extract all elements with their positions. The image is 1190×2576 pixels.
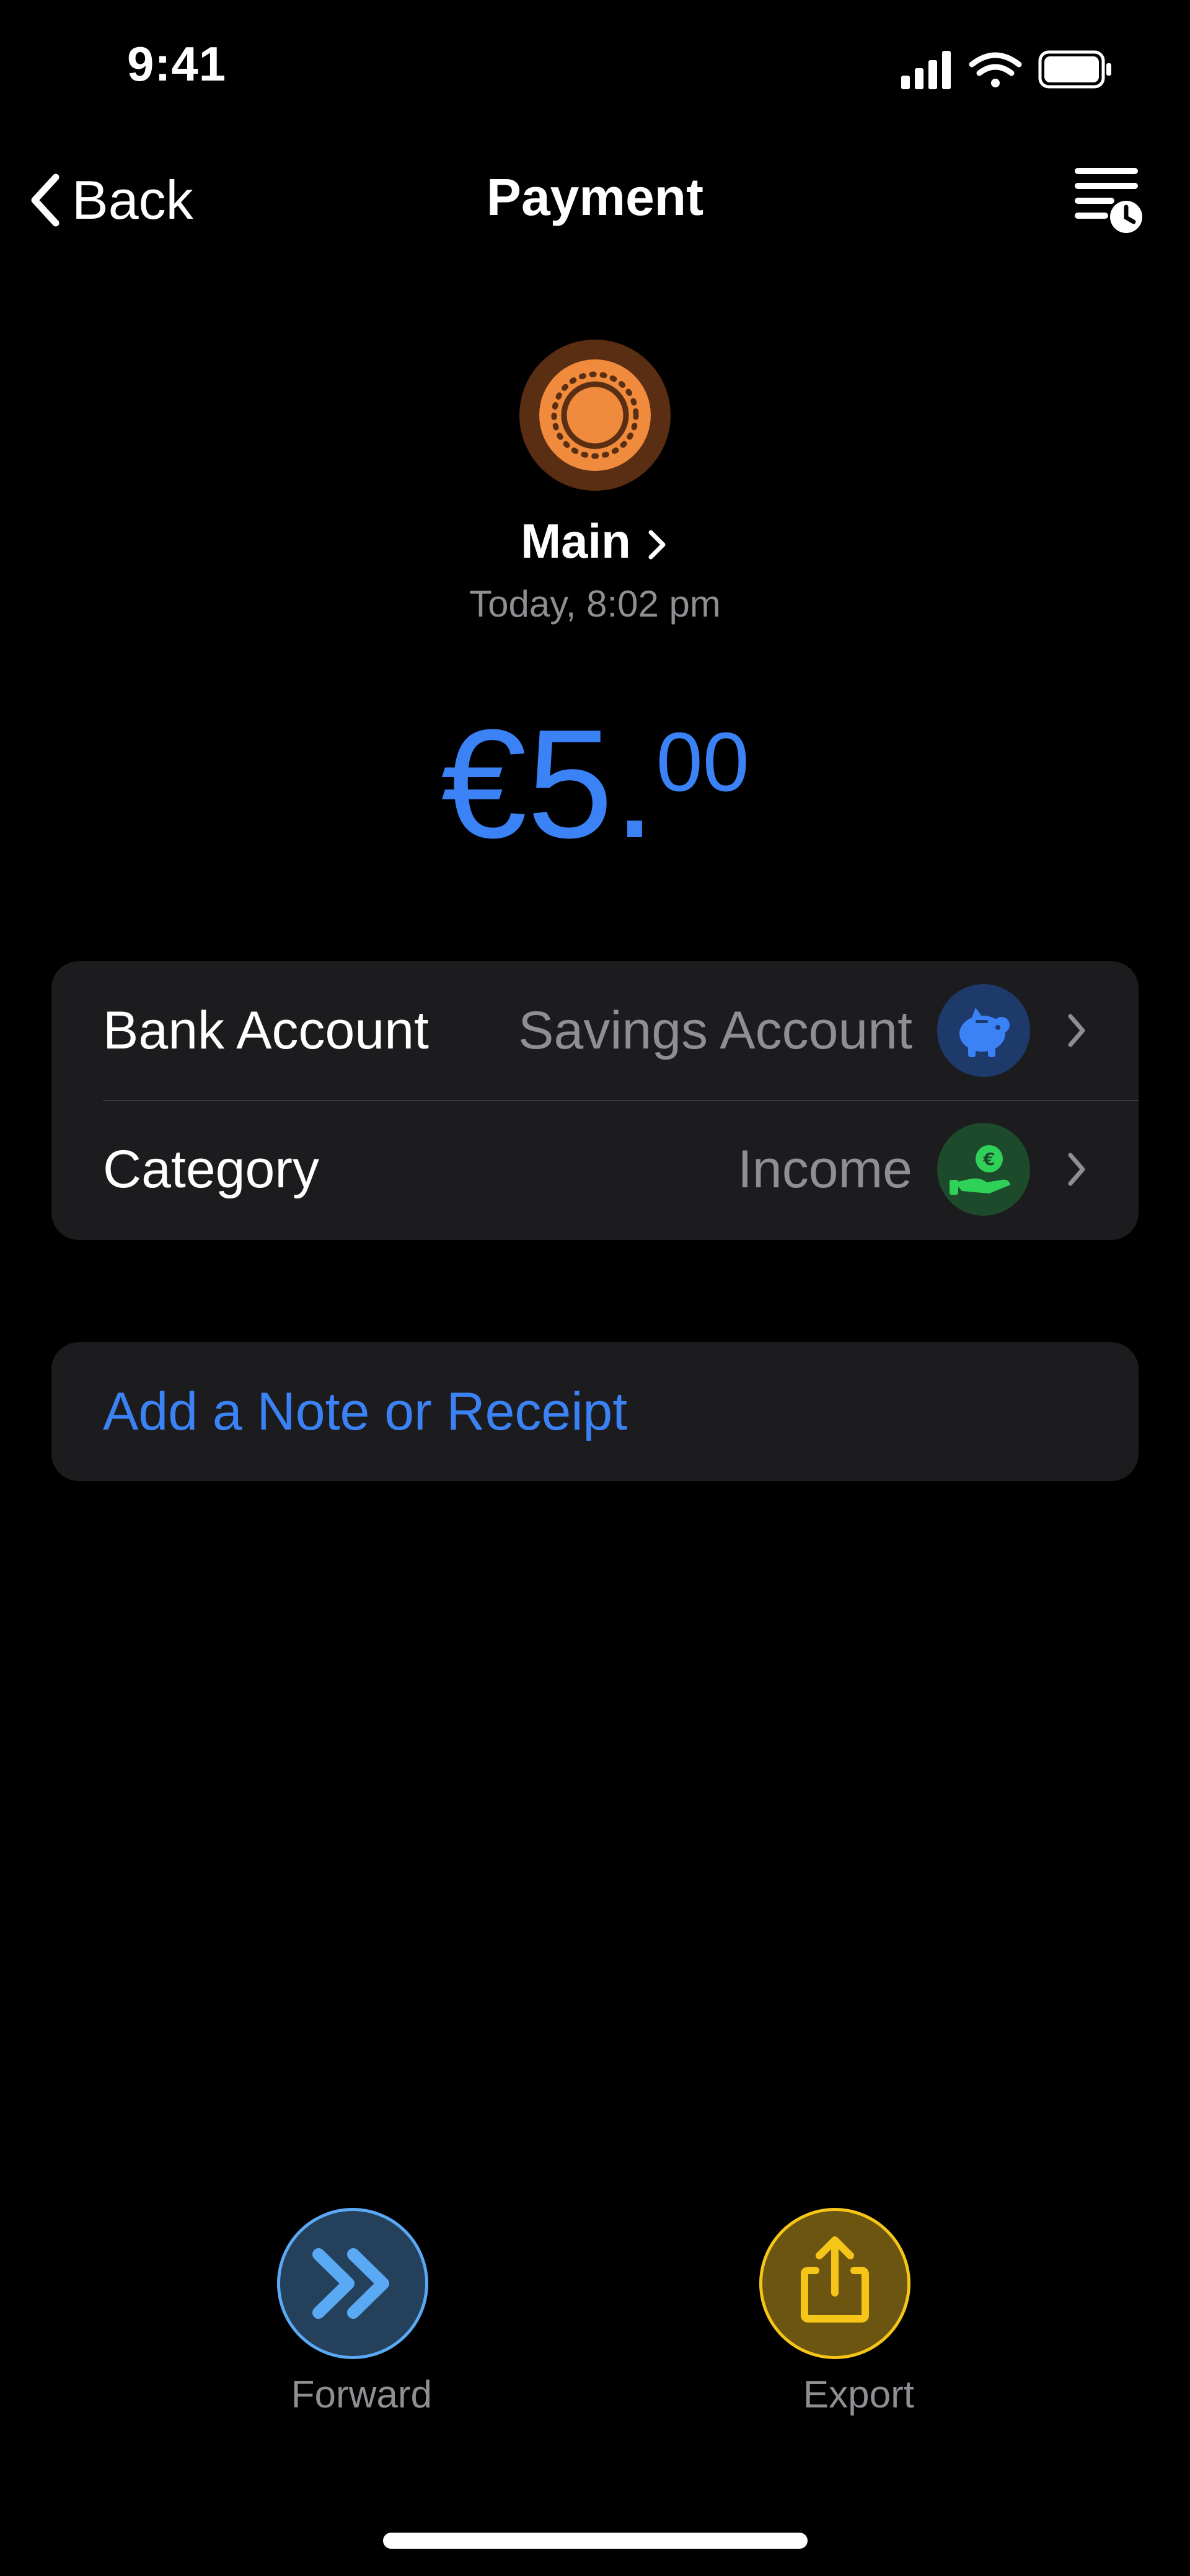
- status-time: 9:41: [127, 37, 227, 91]
- account-name-link[interactable]: Main: [0, 513, 1190, 569]
- category-row[interactable]: Category Income €: [51, 1100, 1139, 1239]
- export-label: Export: [803, 2373, 914, 2416]
- chevron-right-icon: [648, 530, 666, 560]
- cellular-signal-icon: [901, 51, 951, 89]
- category-label: Category: [103, 1139, 319, 1199]
- hand-euro-icon: €: [937, 1123, 1030, 1216]
- amount-cents: 00: [656, 715, 749, 809]
- status-icons: [901, 50, 1111, 89]
- chevron-right-icon: [1068, 1153, 1085, 1186]
- bank-account-label: Bank Account: [103, 1000, 429, 1060]
- forward-icon: [277, 2208, 428, 2359]
- bank-account-value: Savings Account: [518, 1000, 912, 1060]
- forward-label: Forward: [291, 2373, 432, 2416]
- account-name: Main: [521, 514, 631, 568]
- share-icon: [759, 2208, 910, 2359]
- amount-separator: .: [613, 697, 656, 870]
- amount-currency: €: [441, 697, 527, 870]
- piggy-bank-icon: [937, 984, 1030, 1077]
- svg-text:€: €: [982, 1149, 995, 1169]
- add-note-label: Add a Note or Receipt: [103, 1382, 628, 1441]
- category-value: Income: [737, 1139, 912, 1199]
- coin-icon: [539, 359, 651, 471]
- history-list-icon[interactable]: [1069, 160, 1144, 234]
- battery-icon: [1038, 50, 1111, 89]
- wifi-icon: [969, 52, 1022, 87]
- account-avatar: [519, 340, 671, 491]
- add-note-button[interactable]: Add a Note or Receipt: [51, 1342, 1139, 1481]
- details-group: Bank Account Savings Account Category In…: [51, 961, 1139, 1240]
- chevron-right-icon: [1068, 1014, 1085, 1047]
- bank-account-row[interactable]: Bank Account Savings Account: [51, 961, 1139, 1101]
- home-indicator[interactable]: [383, 2533, 808, 2549]
- transaction-date: Today, 8:02 pm: [469, 583, 721, 625]
- forward-button[interactable]: Forward: [277, 2208, 432, 2417]
- page-title: Payment: [486, 168, 704, 226]
- amount: €5.00: [0, 706, 1190, 861]
- amount-whole: 5: [527, 697, 614, 870]
- export-button[interactable]: Export: [759, 2208, 914, 2417]
